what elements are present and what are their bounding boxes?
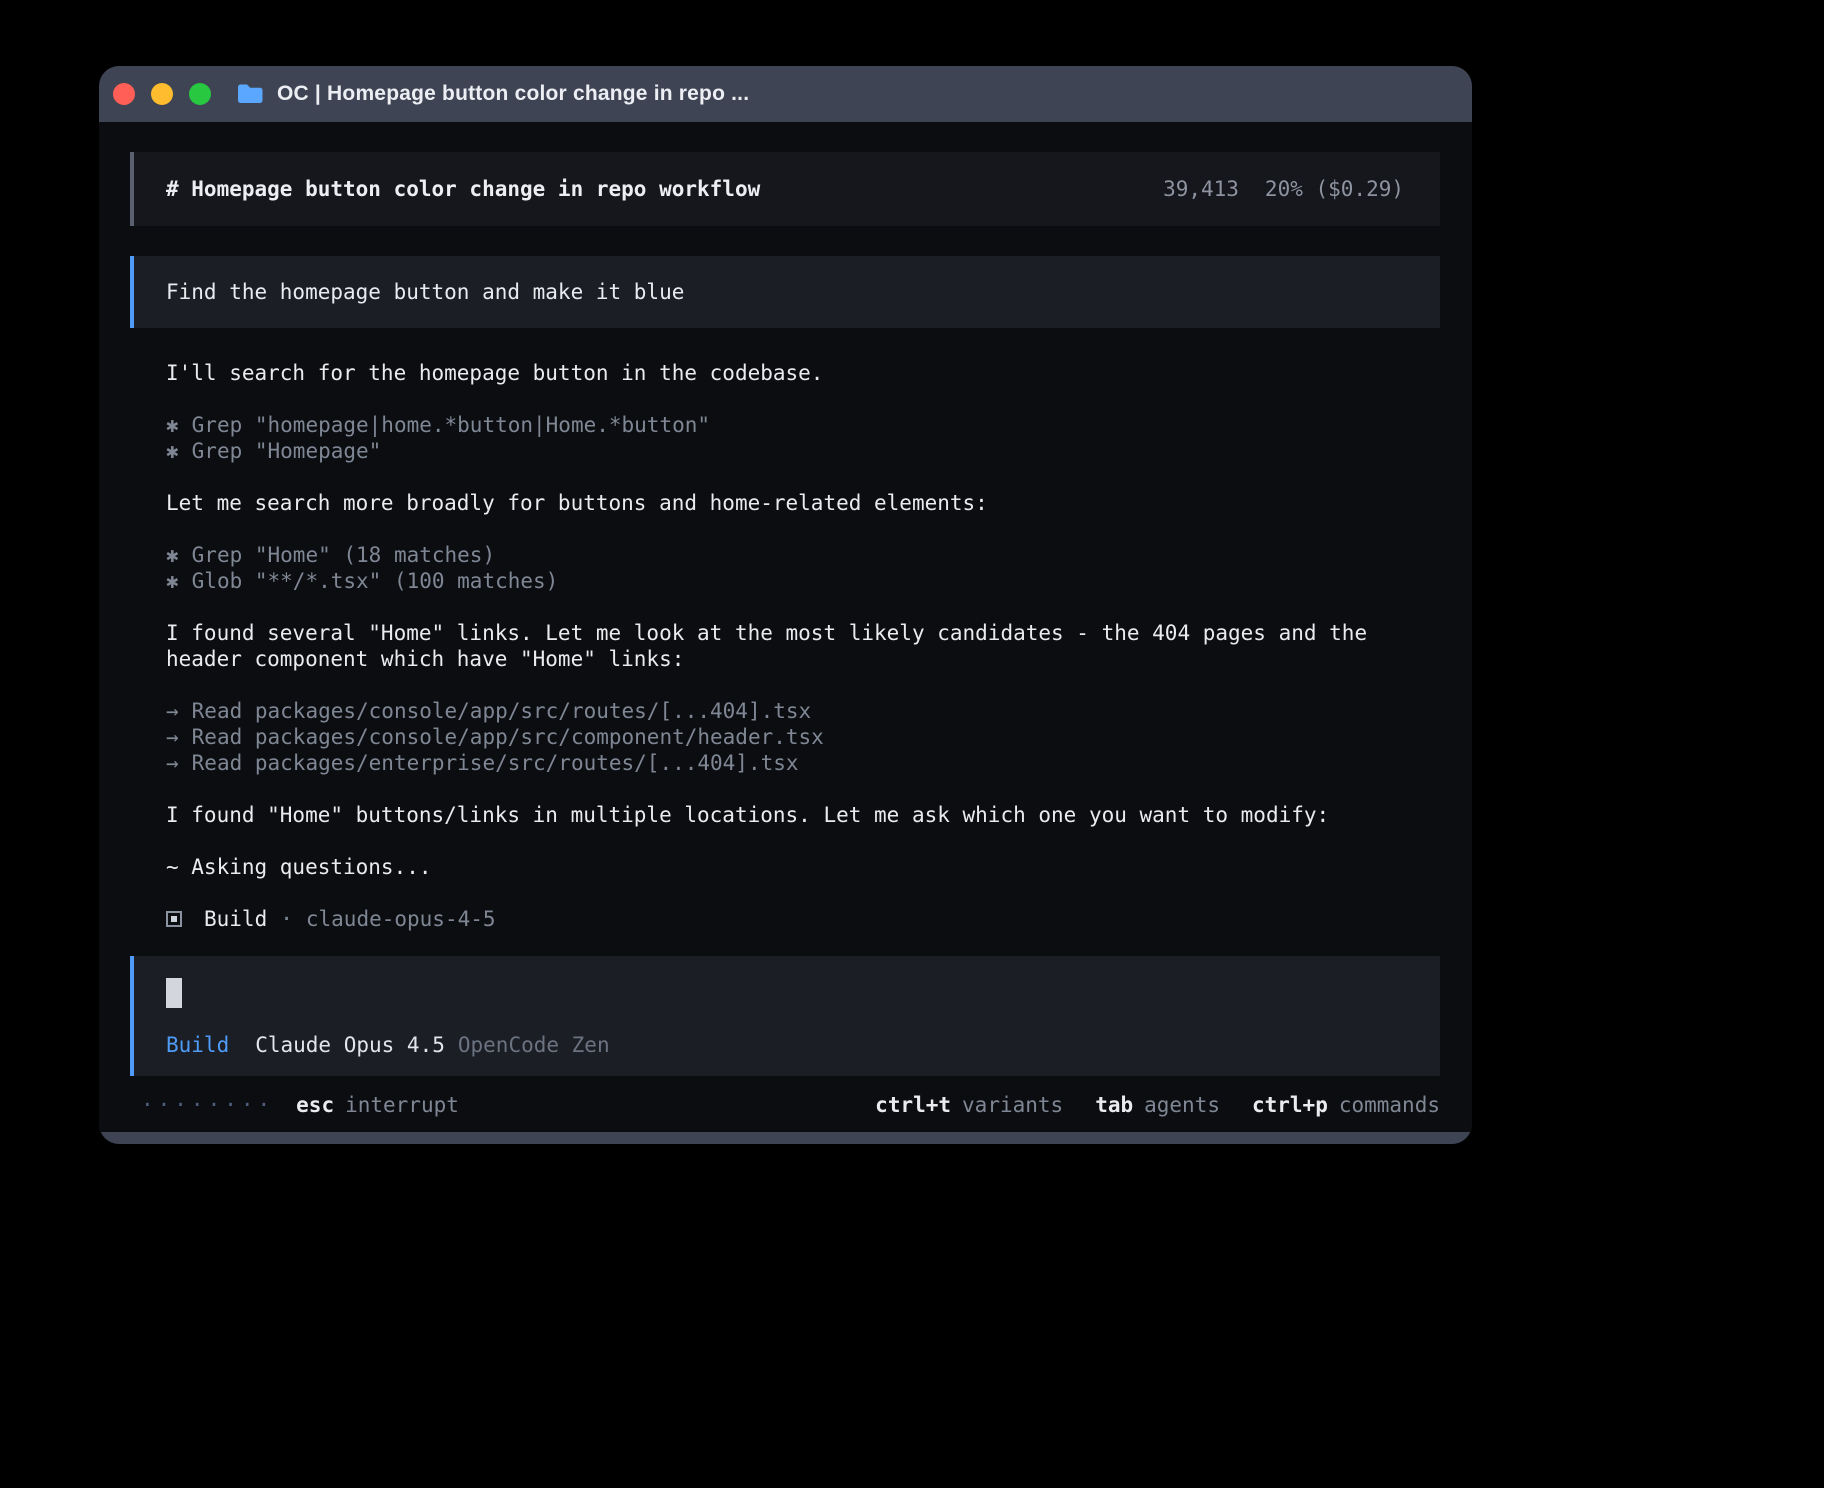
tool-call: ✱ Grep "homepage|home.*button|Home.*butto… — [166, 412, 1440, 438]
shortcut-label: variants — [962, 1092, 1063, 1118]
token-count: 39,413 — [1163, 176, 1239, 202]
activity-spinner: ········ — [141, 1092, 274, 1118]
esc-key-hint: esc — [296, 1092, 334, 1118]
window-title: OC | Homepage button color change in rep… — [277, 82, 749, 106]
assistant-text: Let me search more broadly for buttons a… — [166, 490, 1440, 516]
window-controls — [113, 83, 211, 105]
terminal-window: OC | Homepage button color change in rep… — [99, 66, 1472, 1144]
user-message-text: Find the homepage button and make it blu… — [166, 279, 684, 305]
status-bar-right: ctrl+t variants tab agents ctrl+p comman… — [875, 1092, 1440, 1118]
context-usage: 20% ($0.29) — [1265, 176, 1404, 202]
close-button[interactable] — [113, 83, 135, 105]
agent-name: Build — [204, 906, 267, 932]
session-stats: 39,413 20% ($0.29) — [1163, 176, 1404, 202]
user-message: Find the homepage button and make it blu… — [130, 256, 1440, 328]
tool-call-group: ✱ Grep "Home" (18 matches) ✱ Glob "**/*.ts… — [166, 542, 1440, 594]
shortcut-key: ctrl+p — [1252, 1092, 1328, 1118]
prompt-input[interactable]: Build Claude Opus 4.5 OpenCode Zen — [130, 956, 1440, 1076]
shortcut-label: commands — [1339, 1092, 1440, 1118]
conversation: I'll search for the homepage button in t… — [166, 360, 1440, 932]
agent-mode-label: Build — [166, 1032, 229, 1058]
tool-call: ✱ Grep "Home" (18 matches) — [166, 542, 1440, 568]
tool-call: ✱ Glob "**/*.tsx" (100 matches) — [166, 568, 1440, 594]
esc-key-label: interrupt — [345, 1092, 459, 1118]
agent-separator: · — [280, 906, 293, 932]
agent-badge-icon — [166, 911, 182, 927]
session-title: # Homepage button color change in repo w… — [166, 176, 760, 202]
assistant-text: I found "Home" buttons/links in multiple… — [166, 802, 1440, 828]
tool-call-text: Grep "Home" (18 matches) — [192, 543, 495, 567]
read-call-group: → Read packages/console/app/src/routes/[.… — [166, 698, 1440, 776]
shortcut-variants: ctrl+t variants — [875, 1092, 1063, 1118]
window-title-group: OC | Homepage button color change in rep… — [236, 82, 749, 106]
agent-status-line: Build · claude-opus-4-5 — [166, 906, 1440, 932]
shortcut-agents: tab agents — [1095, 1092, 1220, 1118]
minimize-button[interactable] — [151, 83, 173, 105]
desktop: { "accent_color": "#4f9cf8", "window": {… — [0, 0, 1824, 1488]
model-name-label: Claude Opus 4.5 — [255, 1032, 445, 1058]
read-call-text: Read packages/console/app/src/routes/[..… — [192, 699, 812, 723]
window-titlebar[interactable]: OC | Homepage button color change in rep… — [99, 66, 1472, 122]
session-header: # Homepage button color change in repo w… — [130, 152, 1440, 226]
agent-model: claude-opus-4-5 — [306, 906, 496, 932]
arrow-right-icon: → — [166, 750, 179, 776]
tool-call-group: ✱ Grep "homepage|home.*button|Home.*butto… — [166, 412, 1440, 464]
zoom-button[interactable] — [189, 83, 211, 105]
arrow-right-icon: → — [166, 724, 179, 750]
folder-icon — [236, 83, 264, 105]
read-call: → Read packages/console/app/src/routes/[.… — [166, 698, 1440, 724]
read-call: → Read packages/enterprise/src/routes/[..… — [166, 750, 1440, 776]
read-call-text: Read packages/enterprise/src/routes/[...… — [192, 751, 799, 775]
tool-call-text: Grep "homepage|home.*button|Home.*button… — [192, 413, 710, 437]
assistant-status-text: ~ Asking questions... — [166, 854, 1440, 880]
arrow-right-icon: → — [166, 698, 179, 724]
tool-call-text: Glob "**/*.tsx" (100 matches) — [192, 569, 559, 593]
tool-asterisk-icon: ✱ — [166, 438, 179, 464]
tool-asterisk-icon: ✱ — [166, 568, 179, 594]
tool-asterisk-icon: ✱ — [166, 412, 179, 438]
text-cursor — [166, 978, 182, 1008]
assistant-text: I'll search for the homepage button in t… — [166, 360, 1440, 386]
shortcut-key: tab — [1095, 1092, 1133, 1118]
shortcut-key: ctrl+t — [875, 1092, 951, 1118]
assistant-text: I found several "Home" links. Let me loo… — [166, 620, 1440, 672]
input-status-line: Build Claude Opus 4.5 OpenCode Zen — [166, 1032, 1408, 1058]
tool-call-text: Grep "Homepage" — [192, 439, 382, 463]
model-provider-label: OpenCode Zen — [458, 1032, 610, 1058]
tool-asterisk-icon: ✱ — [166, 542, 179, 568]
read-call: → Read packages/console/app/src/component… — [166, 724, 1440, 750]
status-bar: ········ esc interrupt ctrl+t variants t… — [130, 1092, 1440, 1118]
shortcut-label: agents — [1144, 1092, 1220, 1118]
status-bar-left: ········ esc interrupt — [130, 1092, 459, 1118]
read-call-text: Read packages/console/app/src/component/… — [192, 725, 824, 749]
shortcut-commands: ctrl+p commands — [1252, 1092, 1440, 1118]
tool-call: ✱ Grep "Homepage" — [166, 438, 1440, 464]
terminal-content: # Homepage button color change in repo w… — [99, 122, 1472, 1132]
